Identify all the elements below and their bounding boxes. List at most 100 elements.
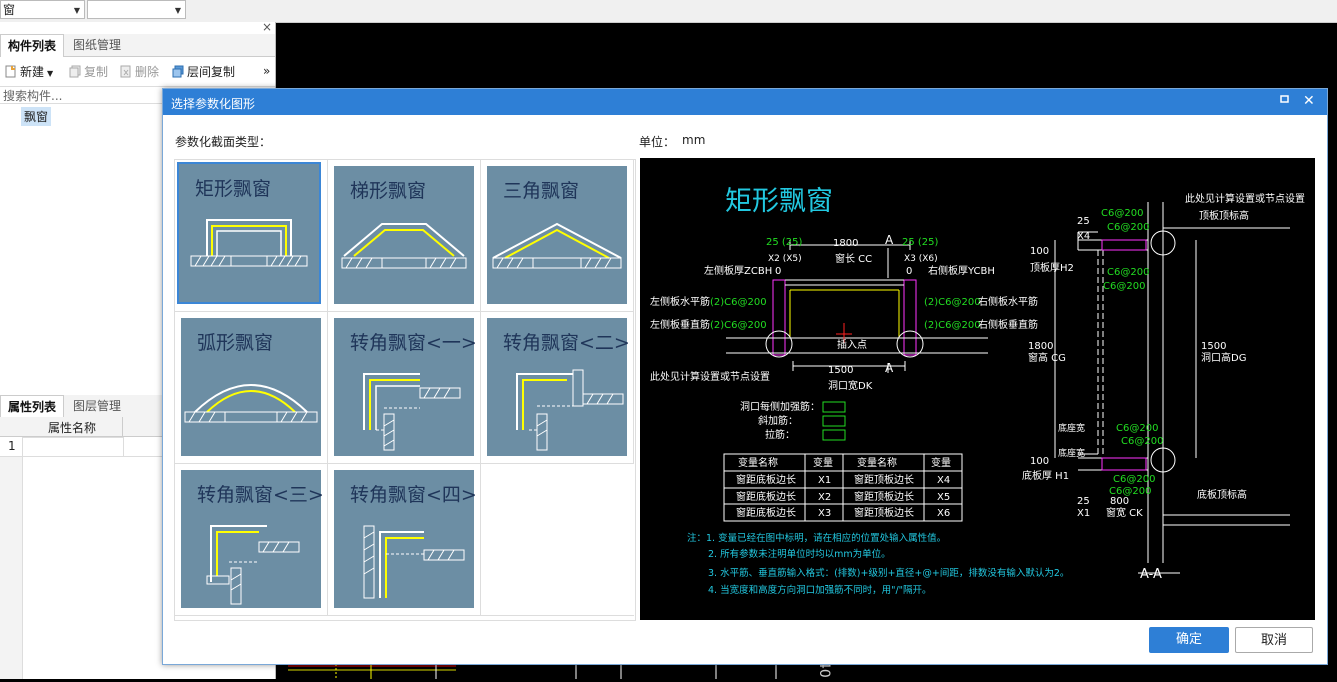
- base-width-label-1: 底座宽: [1058, 422, 1085, 434]
- dim-x1: X1: [1077, 508, 1090, 519]
- cancel-button[interactable]: 取消: [1235, 627, 1313, 653]
- shape-thumb: 转角飘窗<二>: [487, 318, 630, 456]
- table-cell: 窗距底板边长: [736, 490, 796, 503]
- dim-x4: X4: [1077, 231, 1090, 242]
- chevron-down-icon: ▼: [47, 69, 54, 78]
- shape-triangle-bay[interactable]: 三角飘窗: [481, 160, 634, 312]
- section-mark-top: A: [885, 233, 894, 247]
- table-cell: X6: [937, 508, 950, 519]
- parametric-shape-dialog: 选择参数化图形 ✕ 参数化截面类型： 单位： mm 矩形飘窗 梯形飘窗 三角飘窗…: [162, 88, 1328, 665]
- shape-trapezoid-bay[interactable]: 梯形飘窗: [328, 160, 481, 312]
- shape-corner-bay-1[interactable]: 转角飘窗<一>: [328, 312, 481, 464]
- arc-bay-icon: [184, 384, 318, 423]
- shape-thumb: 弧形飘窗: [181, 318, 321, 456]
- component-name-select[interactable]: ▼: [87, 0, 186, 19]
- property-name-header: 属性名称: [48, 421, 97, 435]
- tab-layer-management[interactable]: 图层管理: [66, 395, 128, 417]
- rebar-c6-bottom-1: C6@200: [1116, 423, 1158, 434]
- shape-thumb: 转角飘窗<三>: [181, 470, 324, 608]
- new-document-icon: [5, 65, 17, 78]
- top-toolbar: 窗 ▼ ▼: [0, 0, 1337, 23]
- copy-button[interactable]: 复制: [69, 63, 108, 81]
- close-icon[interactable]: ×: [262, 20, 272, 34]
- dim-top-right: 25 (25): [902, 237, 939, 248]
- legend-reinforcement: 洞口每侧加强筋：: [740, 400, 820, 413]
- rect-bay-icon: [190, 219, 308, 267]
- calc-note-left: 此处见计算设置或节点设置: [650, 370, 770, 383]
- delete-icon: [120, 65, 132, 78]
- right-vertical-rebar-value: (2)C6@200: [924, 320, 981, 331]
- rebar-c6-top-3: C6@200: [1107, 267, 1149, 278]
- property-name-cell[interactable]: [22, 437, 124, 457]
- table-cell: 窗距顶板边长: [854, 506, 914, 519]
- bottom-elevation-label: 底板顶标高: [1197, 488, 1247, 501]
- unit-label: 单位：: [639, 135, 676, 149]
- right-horizontal-rebar-value: (2)C6@200: [924, 297, 981, 308]
- left-horizontal-rebar-value: (2)C6@200: [710, 297, 767, 308]
- floor-copy-icon: [172, 65, 184, 78]
- base-width-label-2: 底座宽: [1058, 447, 1085, 459]
- tab-drawing-management[interactable]: 图纸管理: [66, 34, 128, 56]
- table-header: 变量: [813, 456, 833, 469]
- shape-preview: 矩形飘窗 插入点 A A 25 (25) 1800 25 (25) X2 (X5…: [640, 158, 1315, 620]
- left-vertical-rebar-value: (2)C6@200: [710, 320, 767, 331]
- dim-100-bottom: 100: [1030, 456, 1049, 467]
- triangle-bay-icon: [492, 222, 622, 269]
- floor-copy-button[interactable]: 层间复制: [172, 63, 235, 81]
- corner-bay-1-icon: [363, 373, 461, 451]
- tab-component-list[interactable]: 构件列表: [0, 34, 65, 57]
- table-cell: 窗距底板边长: [736, 473, 796, 486]
- top-thickness-label: 顶板厚H2: [1030, 261, 1074, 274]
- dim-800: 800: [1110, 496, 1129, 507]
- table-cell: X3: [818, 508, 831, 519]
- copy-label: 复制: [84, 65, 109, 79]
- right-vertical-rebar-label: 右侧板垂直筋: [978, 318, 1038, 331]
- shape-grid: 矩形飘窗 梯形飘窗 三角飘窗 弧形飘窗 转角飘窗<一> 转角飘窗<二> 转角飘窗…: [174, 159, 636, 621]
- section-mark-bottom: A: [885, 361, 894, 375]
- delete-label: 删除: [135, 65, 160, 79]
- shape-corner-bay-2[interactable]: 转角飘窗<二>: [481, 312, 634, 464]
- shape-corner-bay-3[interactable]: 转角飘窗<三>: [175, 464, 328, 616]
- rebar-c6-top-2: C6@200: [1107, 222, 1149, 233]
- delete-button[interactable]: 删除: [120, 63, 159, 81]
- close-icon[interactable]: ✕: [1303, 93, 1315, 109]
- right-board-label: 右侧板厚YCBH: [928, 264, 995, 277]
- top-elevation-label: 顶板顶标高: [1199, 209, 1249, 222]
- ok-button[interactable]: 确定: [1149, 627, 1229, 653]
- table-cell: 窗距顶板边长: [854, 473, 914, 486]
- shape-arc-bay[interactable]: 弧形飘窗: [175, 312, 328, 464]
- table-cell: X1: [818, 475, 831, 486]
- shape-empty-cell: [481, 464, 634, 616]
- dim-x2x5: X2 (X5): [768, 254, 802, 264]
- component-type-value: 窗: [3, 3, 16, 17]
- table-header: 变量名称: [738, 456, 778, 469]
- right-horizontal-rebar-label: 右侧板水平筋: [978, 295, 1038, 308]
- table-header: 变量: [931, 456, 951, 469]
- component-type-select[interactable]: 窗 ▼: [0, 0, 85, 19]
- chevron-down-icon: ▼: [73, 6, 80, 15]
- rebar-c6-bottom-3: C6@200: [1113, 474, 1155, 485]
- shape-corner-bay-4[interactable]: 转角飘窗<四>: [328, 464, 481, 616]
- maximize-icon[interactable]: [1280, 93, 1290, 108]
- note-4: 4. 当宽度和高度方向洞口加强筋不同时，用"/"隔开。: [708, 584, 932, 596]
- table-cell: X5: [937, 492, 950, 503]
- dialog-title-bar: 选择参数化图形 ✕: [163, 89, 1327, 115]
- table-cell: 窗距底板边长: [736, 506, 796, 519]
- dim-25-top: 25: [1077, 216, 1090, 227]
- left-horizontal-rebar-label: 左侧板水平筋: [650, 295, 710, 308]
- tab-property-list[interactable]: 属性列表: [0, 395, 65, 418]
- dim-window-length: 窗长 CC: [835, 252, 872, 265]
- unit-value: mm: [682, 133, 706, 147]
- hole-height-label: 洞口高DG: [1201, 351, 1246, 364]
- dim-bottom-width: 1500: [828, 365, 853, 376]
- new-button[interactable]: 新建 ▼: [5, 63, 53, 81]
- search-placeholder: 搜索构件...: [3, 89, 63, 103]
- dim-25-bottom: 25: [1077, 496, 1090, 507]
- preview-title: 矩形飘窗: [725, 186, 833, 217]
- more-icon[interactable]: »: [263, 64, 270, 78]
- shape-rect-bay[interactable]: 矩形飘窗: [175, 160, 328, 312]
- chevron-down-icon: ▼: [174, 6, 181, 15]
- shape-thumb: 矩形飘窗: [177, 162, 321, 304]
- list-item-bay-window[interactable]: 飘窗: [21, 107, 52, 126]
- row-number: 1: [8, 439, 16, 453]
